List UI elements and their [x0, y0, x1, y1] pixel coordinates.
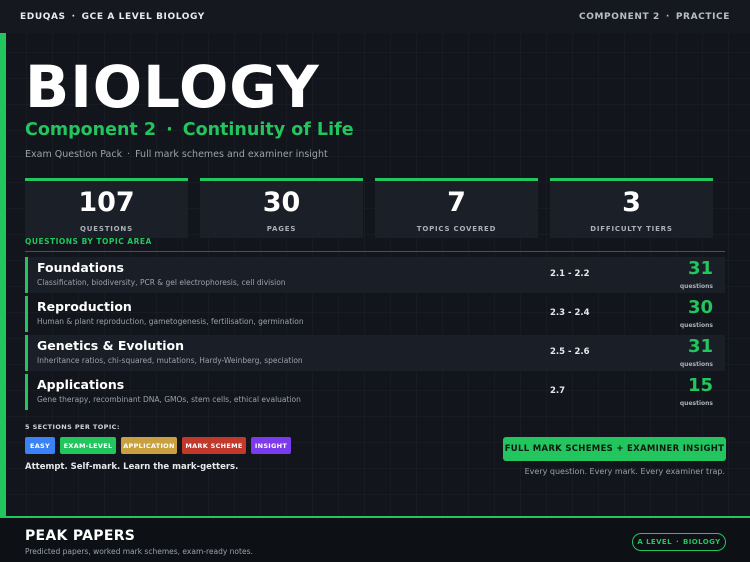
stat-card-tiers: 3 DIFFICULTY TIERS — [550, 178, 713, 238]
topic-count: 30 — [687, 297, 713, 318]
topic-row-reproduction: Reproduction Human & plant reproduction,… — [25, 296, 725, 332]
topic-count-label: questions — [679, 400, 713, 407]
cta-caption: Every question. Every mark. Every examin… — [524, 467, 725, 476]
separator: · — [127, 149, 131, 160]
topic-count-label: questions — [679, 283, 713, 290]
board-name: EDUQAS — [20, 11, 66, 22]
brand-tagline: Predicted papers, worked mark schemes, e… — [25, 547, 253, 556]
subtitle-component: Component 2 — [25, 120, 157, 140]
separator: · — [665, 11, 670, 22]
separator: · — [675, 538, 680, 546]
pill-exam-level: EXAM-LEVEL — [60, 437, 116, 454]
topic-range: 2.3 - 2.4 — [550, 308, 590, 318]
pill-insight: INSIGHT — [251, 437, 291, 454]
stat-card-questions: 107 QUESTIONS — [25, 178, 188, 238]
badge-subject: BIOLOGY — [683, 538, 721, 546]
tagline-pack: Exam Question Pack — [25, 149, 123, 160]
topic-range: 2.7 — [550, 386, 566, 396]
page-subtitle: Component 2 · Continuity of Life — [25, 120, 354, 140]
topic-count: 31 — [687, 258, 713, 279]
topic-name: Applications — [37, 377, 125, 392]
topic-description: Inheritance ratios, chi-squared, mutatio… — [37, 356, 303, 365]
separator: · — [71, 11, 76, 22]
stat-label: DIFFICULTY TIERS — [590, 225, 673, 233]
topic-count: 15 — [687, 375, 713, 396]
topic-accent — [25, 374, 28, 410]
top-bar-left: EDUQAS · GCE A LEVEL BIOLOGY — [20, 12, 205, 22]
pill-easy: EASY — [25, 437, 55, 454]
pill-application: APPLICATION — [121, 437, 177, 454]
top-bar: EDUQAS · GCE A LEVEL BIOLOGY COMPONENT 2 · P… — [0, 0, 750, 33]
stat-value: 7 — [447, 187, 466, 218]
topic-name: Foundations — [37, 260, 124, 275]
mode-name: PRACTICE — [675, 11, 730, 22]
tagline-detail: Full mark schemes and examiner insight — [135, 149, 328, 160]
topic-accent — [25, 257, 28, 293]
stat-value: 3 — [622, 187, 641, 218]
separator: · — [166, 120, 173, 140]
divider — [25, 251, 725, 252]
topic-name: Reproduction — [37, 299, 132, 314]
top-bar-right: COMPONENT 2 · PRACTICE — [579, 12, 730, 22]
component-name: COMPONENT 2 — [579, 11, 660, 22]
topic-row-foundations: Foundations Classification, biodiversity… — [25, 257, 725, 293]
topic-accent — [25, 296, 28, 332]
brand-name: PEAK PAPERS — [25, 528, 136, 544]
topic-range: 2.5 - 2.6 — [550, 347, 590, 357]
topic-accent — [25, 335, 28, 371]
tagline: Exam Question Pack · Full mark schemes and… — [25, 149, 328, 160]
level-badge: A LEVEL · BIOLOGY — [632, 533, 726, 551]
footer: PEAK PAPERS Predicted papers, worked mar… — [0, 516, 750, 562]
topic-description: Human & plant reproduction, gametogenesi… — [37, 317, 304, 326]
topic-row-genetics: Genetics & Evolution Inheritance ratios,… — [25, 335, 725, 371]
accent-bar — [0, 33, 6, 516]
badge-level: A LEVEL — [637, 538, 672, 546]
topic-count: 31 — [687, 336, 713, 357]
topics-heading: QUESTIONS BY TOPIC AREA — [25, 237, 152, 246]
course-name: GCE A LEVEL BIOLOGY — [81, 11, 205, 22]
stat-value: 107 — [78, 187, 135, 218]
stat-label: PAGES — [266, 225, 297, 233]
topic-description: Gene therapy, recombinant DNA, GMOs, ste… — [37, 395, 301, 404]
topic-description: Classification, biodiversity, PCR & gel … — [37, 278, 286, 287]
topic-count-label: questions — [679, 322, 713, 329]
page-title: BIOLOGY — [25, 53, 320, 121]
mark-schemes-button[interactable]: FULL MARK SCHEMES + EXAMINER INSIGHT — [503, 437, 726, 461]
stat-value: 30 — [262, 187, 301, 218]
topic-count-label: questions — [679, 361, 713, 368]
topic-name: Genetics & Evolution — [37, 338, 185, 353]
stats-row: 107 QUESTIONS 30 PAGES 7 TOPICS COVERED … — [25, 178, 713, 238]
stat-label: QUESTIONS — [80, 225, 133, 233]
stat-card-topics: 7 TOPICS COVERED — [375, 178, 538, 238]
stat-card-pages: 30 PAGES — [200, 178, 363, 238]
pill-mark-scheme: MARK SCHEME — [182, 437, 246, 454]
topic-range: 2.1 - 2.2 — [550, 269, 590, 279]
sections-label: 5 SECTIONS PER TOPIC: — [25, 423, 120, 431]
topic-row-applications: Applications Gene therapy, recombinant D… — [25, 374, 725, 410]
stat-label: TOPICS COVERED — [416, 225, 497, 233]
subtitle-topic: Continuity of Life — [182, 120, 354, 140]
motto: Attempt. Self-mark. Learn the mark-gette… — [25, 462, 239, 472]
